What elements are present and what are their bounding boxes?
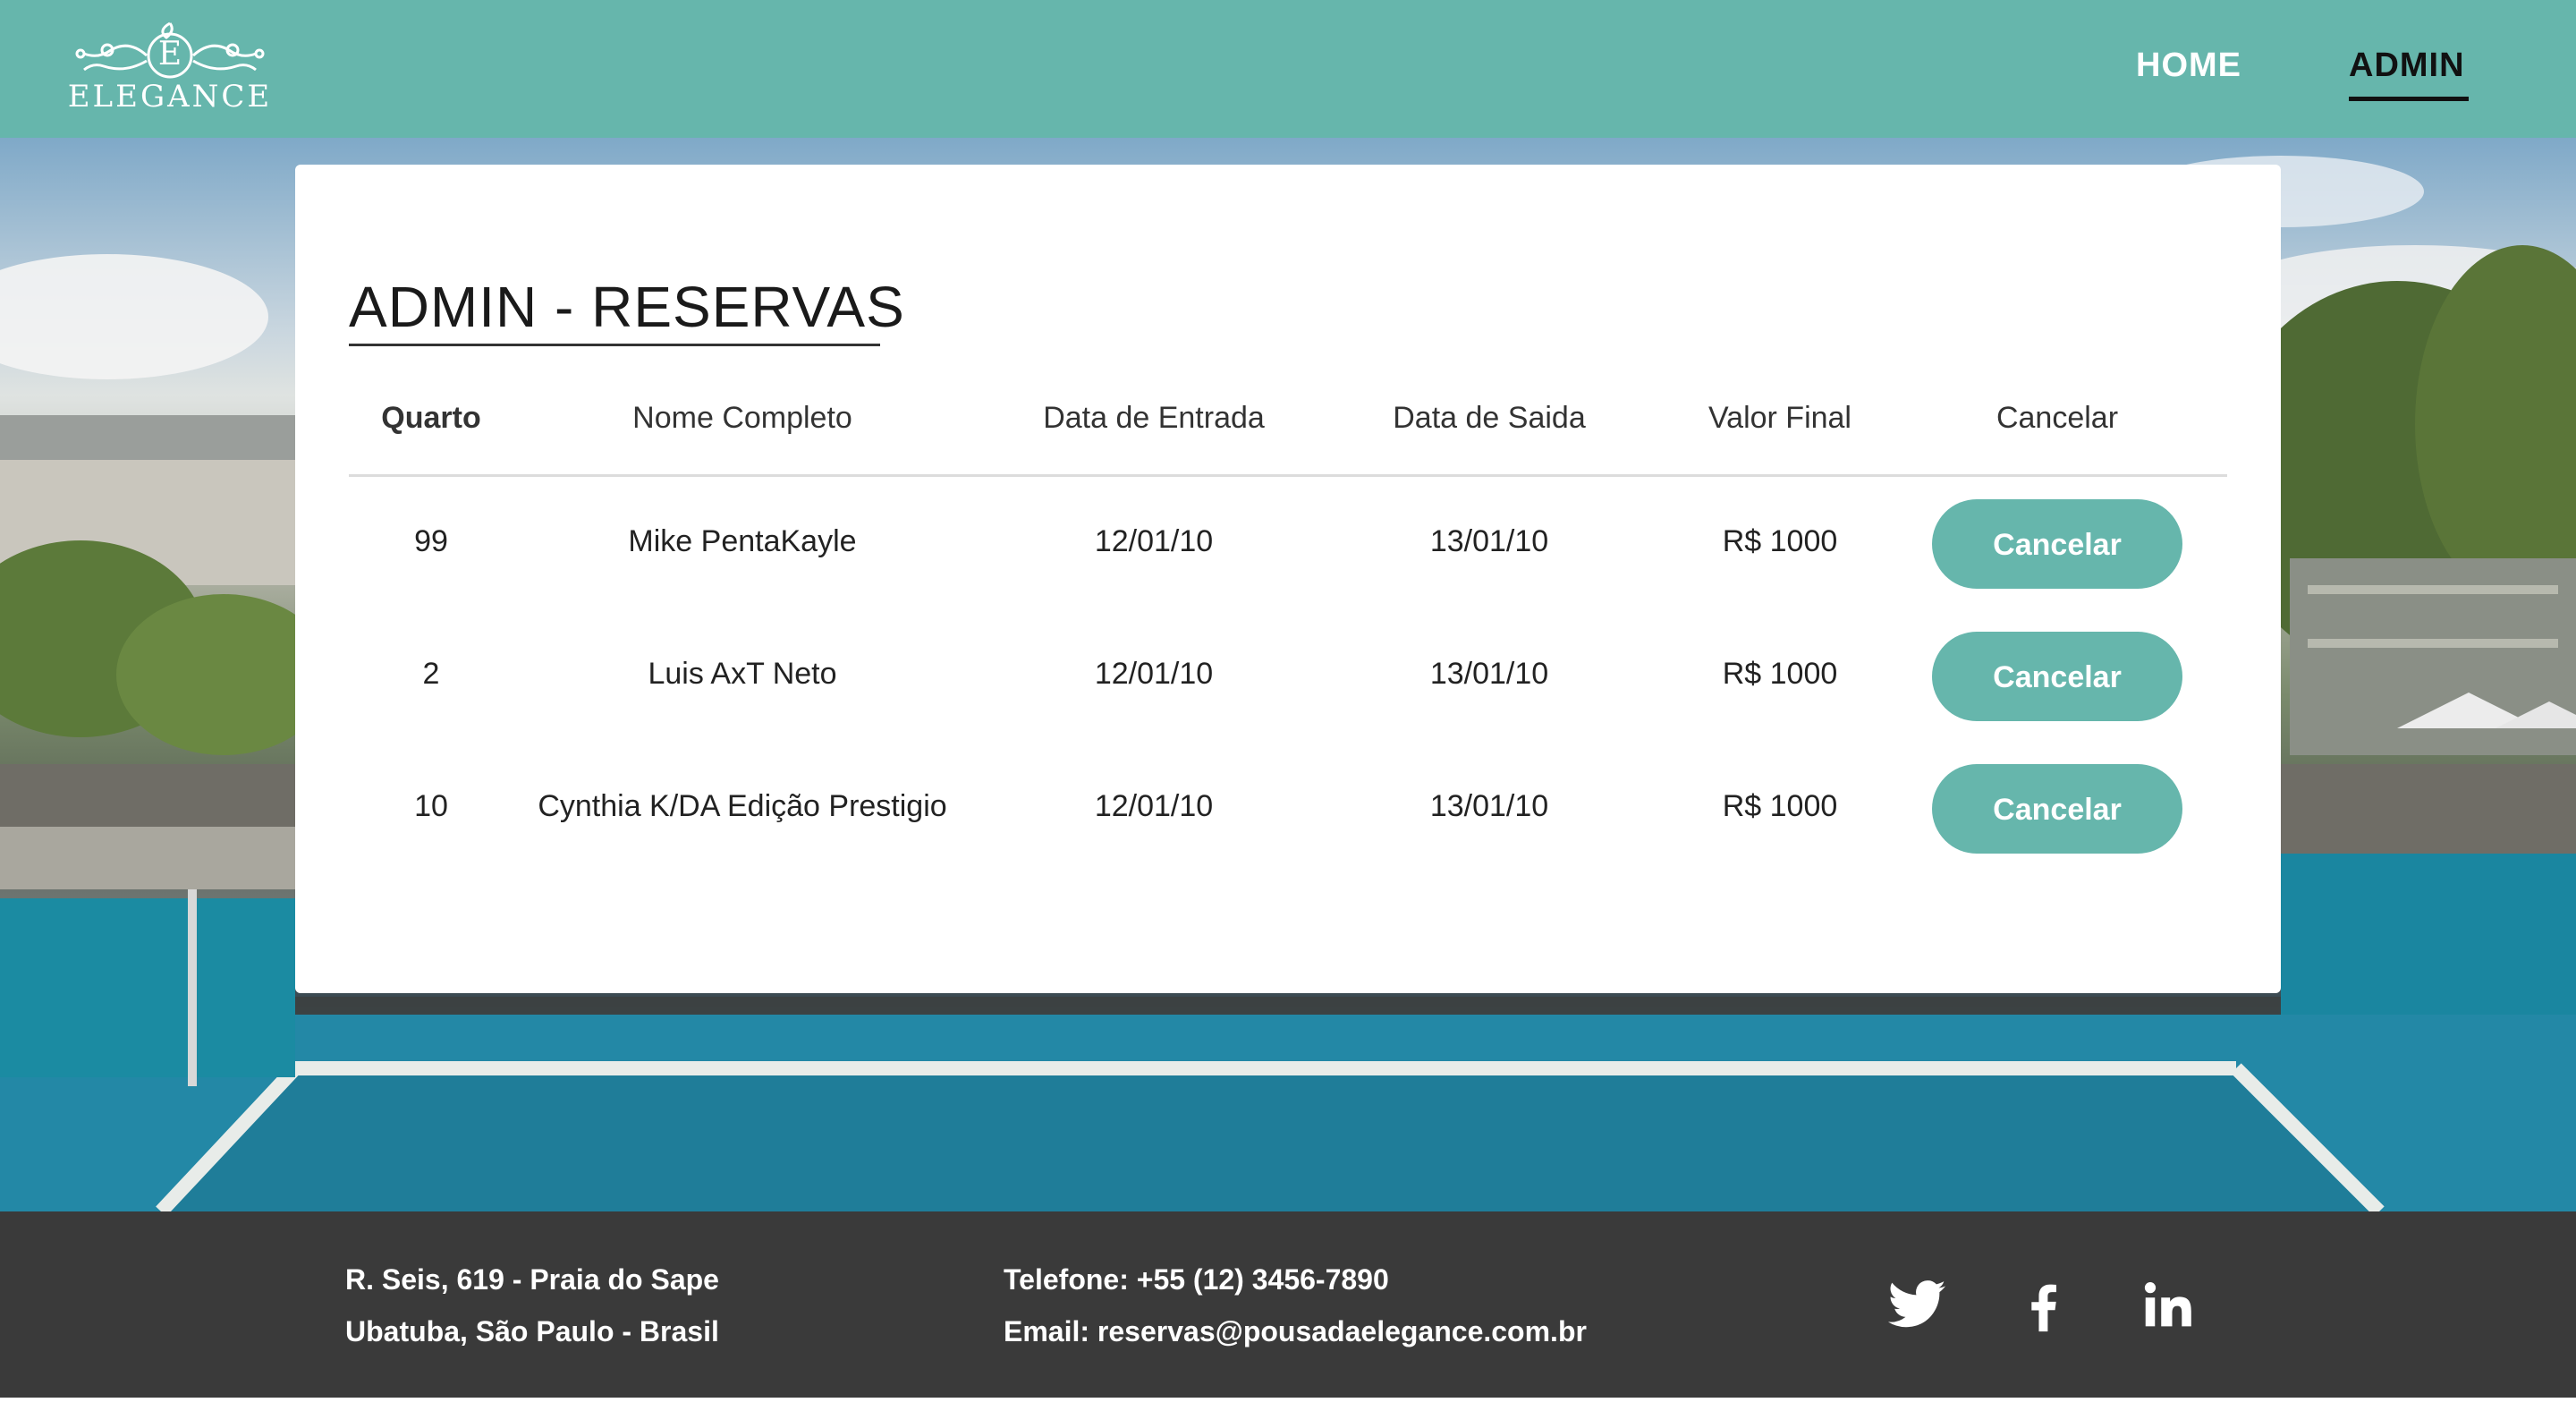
reservations-card: ADMIN - RESERVAS Quarto Nome Completo Da… (295, 165, 2281, 993)
cell-saida: 13/01/10 (1429, 789, 1549, 823)
cell-saida: 13/01/10 (1429, 524, 1549, 558)
cell-nome: Cynthia K/DA Edição Prestigio (538, 789, 947, 823)
linkedin-icon[interactable] (2138, 1274, 2200, 1337)
cell-nome: Luis AxT Neto (648, 657, 837, 691)
cancel-reservation-button[interactable]: Cancelar (1932, 632, 2182, 721)
nav-admin-link[interactable]: ADMIN (2349, 47, 2465, 85)
cell-valor: R$ 1000 (1722, 789, 1838, 823)
cell-entrada: 12/01/10 (1094, 524, 1214, 558)
active-nav-underline (2349, 97, 2469, 101)
cell-valor: R$ 1000 (1722, 657, 1838, 691)
column-header-quarto: Quarto (381, 401, 481, 435)
column-header-saida: Data de Saida (1393, 401, 1586, 435)
cell-entrada: 12/01/10 (1094, 657, 1214, 691)
cell-saida: 13/01/10 (1429, 657, 1549, 691)
nav-home-link[interactable]: HOME (2136, 47, 2241, 85)
twitter-icon[interactable] (1885, 1274, 1948, 1337)
logo-letter: E (157, 36, 182, 72)
page-title: ADMIN - RESERVAS (349, 275, 905, 339)
cell-quarto: 2 (422, 657, 440, 691)
cancel-reservation-button[interactable]: Cancelar (1932, 764, 2182, 854)
page-bottom-strip (0, 1398, 2576, 1428)
column-header-nome: Nome Completo (632, 401, 852, 435)
cell-valor: R$ 1000 (1722, 524, 1838, 558)
site-footer: R. Seis, 619 - Praia do Sape Ubatuba, Sã… (0, 1211, 2576, 1398)
cell-quarto: 99 (414, 524, 448, 558)
footer-email[interactable]: Email: reservas@pousadaelegance.com.br (1004, 1315, 1587, 1348)
cancel-reservation-button[interactable]: Cancelar (1932, 499, 2182, 589)
facebook-icon[interactable] (2012, 1274, 2075, 1337)
cell-nome: Mike PentaKayle (628, 524, 857, 558)
column-header-cancelar: Cancelar (1996, 401, 2119, 435)
logo-wordmark: ELEGANCE (67, 79, 273, 115)
footer-phone: Telefone: +55 (12) 3456-7890 (1004, 1263, 1389, 1296)
cell-quarto: 10 (414, 789, 448, 823)
column-header-entrada: Data de Entrada (1043, 401, 1265, 435)
column-header-valor: Valor Final (1708, 401, 1852, 435)
footer-address-line1: R. Seis, 619 - Praia do Sape (345, 1263, 719, 1296)
elegance-logo[interactable]: E ELEGANCE (54, 16, 286, 116)
footer-address-line2: Ubatuba, São Paulo - Brasil (345, 1315, 719, 1347)
title-underline (349, 344, 880, 346)
header-divider (349, 474, 2227, 477)
cell-entrada: 12/01/10 (1094, 789, 1214, 823)
top-navbar: E ELEGANCE HOME ADMIN (0, 0, 2576, 138)
